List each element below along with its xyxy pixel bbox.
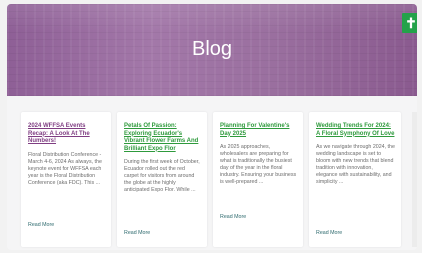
blog-card-title-link[interactable]: Planning For Valentine's Day 2025 — [220, 123, 297, 138]
next-card-peek — [412, 112, 417, 247]
cross-icon[interactable]: ✝ — [402, 13, 417, 33]
blog-card: Wedding Trends For 2024: A Floral Sympho… — [309, 112, 401, 247]
read-more-link[interactable]: Read More — [316, 230, 342, 236]
blog-card-title-link[interactable]: Wedding Trends For 2024: A Floral Sympho… — [316, 123, 395, 138]
blog-card-title-link[interactable]: 2024 WFFSA Events Recap: A Look At The N… — [28, 123, 105, 146]
blog-card: 2024 WFFSA Events Recap: A Look At The N… — [21, 112, 111, 247]
blog-hero-banner: Blog — [7, 4, 417, 96]
blog-card-excerpt: During the first week of October, Ecuado… — [124, 159, 200, 193]
page-title: Blog — [191, 38, 233, 60]
read-more-link[interactable]: Read More — [220, 214, 246, 220]
blog-card-excerpt: Floral Distribution Conference - March 4… — [28, 151, 102, 186]
blog-section: Blog ✝ 2024 WFFSA Events Recap: A Look A… — [7, 4, 417, 250]
blog-card-title-link[interactable]: Petals Of Passion: Exploring Ecuador's V… — [124, 123, 201, 153]
blog-card-excerpt: As 2025 approaches, wholesalers are prep… — [220, 144, 297, 185]
read-more-link[interactable]: Read More — [124, 230, 150, 236]
blog-card: Petals Of Passion: Exploring Ecuador's V… — [117, 112, 207, 247]
blog-post-list: 2024 WFFSA Events Recap: A Look At The N… — [21, 112, 417, 247]
read-more-link[interactable]: Read More — [28, 222, 54, 228]
blog-card-excerpt: As we navigate through 2024, the wedding… — [316, 144, 395, 185]
blog-card: Planning For Valentine's Day 2025 As 202… — [213, 112, 303, 247]
